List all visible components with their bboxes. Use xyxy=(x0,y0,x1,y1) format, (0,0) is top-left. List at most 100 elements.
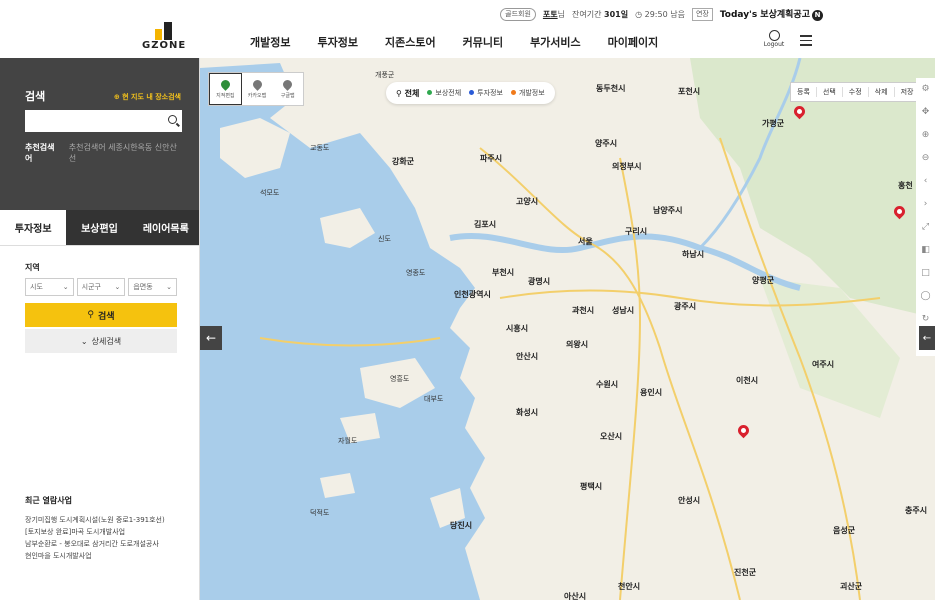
period-label: 잔여기간 xyxy=(572,9,602,19)
user-name[interactable]: 포토 xyxy=(543,10,558,19)
place-label: 평택시 xyxy=(580,482,603,491)
fullscreen-icon[interactable]: ⤢ xyxy=(916,216,935,239)
nav-item-community[interactable]: 커뮤니티 xyxy=(463,34,503,50)
place-label: 의왕시 xyxy=(566,340,589,349)
dot-icon xyxy=(427,90,433,95)
nav-item-mypage[interactable]: 마이페이지 xyxy=(608,34,659,50)
filter-compensation[interactable]: 보상전체 xyxy=(427,88,461,98)
map-tool-column: ⚙ ✥ ⊕ ⊖ ‹ › ⤢ ◧ □ ◯ ↻ ✎ xyxy=(916,78,935,356)
menu-icon[interactable] xyxy=(800,35,812,49)
place-label: 광주시 xyxy=(674,302,697,311)
today-label: Today's 보상계획공고 xyxy=(719,10,810,21)
place-label: 오산시 xyxy=(600,432,623,441)
select-sigungu-value: 시군구 xyxy=(81,283,101,291)
logout-button[interactable]: Logout xyxy=(763,30,785,48)
chevron-down-icon: ⌄ xyxy=(166,283,173,291)
map-canvas xyxy=(200,58,935,600)
search-panel: 검색 ⊕ 현 지도 내 장소검색 추천검색어 추천검색어 세종시한옥동 신안산선 xyxy=(0,58,199,210)
register-button[interactable]: 등록 xyxy=(791,87,817,97)
filter-all[interactable]: ⚲ 전체 xyxy=(396,88,419,99)
location-search-label: 현 지도 내 장소검색 xyxy=(122,93,181,101)
map-type-label: 지적편집 xyxy=(216,92,235,99)
nav-item-store[interactable]: 지존스토어 xyxy=(385,34,436,50)
nav-item-development[interactable]: 개발정보 xyxy=(250,34,290,50)
select-eupmyeondong[interactable]: 읍면동 ⌄ xyxy=(128,278,178,296)
select-sigungu[interactable]: 시군구 ⌄ xyxy=(76,278,126,296)
chevron-down-icon: ⌄ xyxy=(62,283,69,291)
recent-item[interactable]: 현인마을 도시개발사업 xyxy=(25,550,195,562)
place-label: 아산시 xyxy=(564,592,587,600)
tab-compensation[interactable]: 보상편입 xyxy=(66,210,133,245)
edit-toolbar: 등록 선택 수정 삭제 저장 xyxy=(790,82,921,102)
select-sido[interactable]: 시도 ⌄ xyxy=(25,278,74,296)
search-input[interactable] xyxy=(25,110,182,132)
collapse-right-button[interactable]: ← xyxy=(919,326,935,350)
filter-development[interactable]: 개발정보 xyxy=(510,88,545,98)
tab-investment[interactable]: 투자정보 xyxy=(0,210,67,245)
user-suffix: 님 xyxy=(557,9,566,19)
today-notice-link[interactable]: Today's 보상계획공고 N xyxy=(720,7,823,21)
recent-item[interactable]: 장기미집행 도시계획시설(노원 중로1-391호선) xyxy=(25,514,195,526)
place-label: 음성군 xyxy=(833,526,856,535)
location-search-button[interactable]: ⊕ 현 지도 내 장소검색 xyxy=(114,92,181,102)
sidebar: 검색 ⊕ 현 지도 내 장소검색 추천검색어 추천검색어 세종시한옥동 신안산선… xyxy=(0,58,200,600)
place-label: 개풍군 xyxy=(375,71,395,79)
search-icon[interactable] xyxy=(168,115,177,124)
place-label: 교동도 xyxy=(310,144,330,152)
filter-label: 투자정보 xyxy=(477,89,503,97)
circle-icon[interactable]: ◯ xyxy=(916,285,935,308)
detail-search-button[interactable]: ⌄ 상세검색 xyxy=(25,329,177,353)
highway xyxy=(619,157,642,600)
place-label: 서울 xyxy=(578,237,593,246)
recent-item[interactable]: 남부순환로 - 봉오대로 삼거리간 도로개설공사 xyxy=(25,538,195,550)
place-label: 덕적도 xyxy=(310,509,330,517)
map-type-google[interactable]: 구글맵 xyxy=(272,73,303,105)
tab-layers[interactable]: 레이어목록 xyxy=(132,210,199,245)
map-pin-icon xyxy=(218,77,232,91)
zoom-out-icon[interactable]: ⊖ xyxy=(916,147,935,170)
search-box xyxy=(25,110,182,132)
modify-button[interactable]: 수정 xyxy=(843,87,869,97)
filter-investment[interactable]: 투자정보 xyxy=(469,88,503,98)
layer-icon[interactable]: ◧ xyxy=(916,239,935,262)
chevron-down-icon: ⌄ xyxy=(114,283,121,291)
extend-button[interactable]: 연장 xyxy=(691,7,713,21)
zoom-in-icon[interactable]: ⊕ xyxy=(916,124,935,147)
place-label: 홍천 xyxy=(898,181,913,190)
place-label: 남양주시 xyxy=(653,206,683,215)
map-pin-icon xyxy=(281,77,295,91)
place-label: 수원시 xyxy=(596,380,619,389)
search-button[interactable]: ⚲ 검색 xyxy=(25,303,177,327)
settings-icon[interactable]: ⚙ xyxy=(916,78,935,101)
place-label: 의정부시 xyxy=(612,162,642,171)
move-icon[interactable]: ✥ xyxy=(916,101,935,124)
collapse-sidebar-button[interactable]: ← xyxy=(200,326,222,350)
nav-item-extra[interactable]: 부가서비스 xyxy=(530,34,581,50)
place-label: 영흥도 xyxy=(390,375,410,383)
logo-mark xyxy=(154,22,174,40)
map-view[interactable]: 개풍군 동두천시 포천시 가평군 파주시 양주시 의정부시 강화군 고양시 김포… xyxy=(200,58,935,600)
place-label: 시흥시 xyxy=(506,324,529,333)
logo[interactable]: GZONE xyxy=(142,22,186,51)
clock-icon: ◷ xyxy=(635,9,643,19)
prev-icon[interactable]: ‹ xyxy=(916,170,935,193)
recommend-text[interactable]: 추천검색어 세종시한옥동 신안산선 xyxy=(69,142,181,164)
recent-item[interactable]: [토지보상 완료]마곡 도시개발사업 xyxy=(25,526,195,538)
nav-item-investment[interactable]: 투자정보 xyxy=(317,34,357,50)
map-type-cadastral[interactable]: 지적편집 xyxy=(209,73,242,105)
filter-all-label: 전체 xyxy=(404,88,420,98)
place-label: 안산시 xyxy=(516,352,539,361)
place-label: 충주시 xyxy=(905,506,928,515)
select-button[interactable]: 선택 xyxy=(817,87,843,97)
place-label: 대부도 xyxy=(424,395,444,403)
arrow-left-icon: ← xyxy=(205,331,217,345)
map-type-kakao[interactable]: 카카오맵 xyxy=(242,73,273,105)
next-icon[interactable]: › xyxy=(916,193,935,216)
recommend-keywords: 추천검색어 추천검색어 세종시한옥동 신안산선 xyxy=(25,142,181,164)
select-sido-value: 시도 xyxy=(30,283,43,291)
square-icon[interactable]: □ xyxy=(916,262,935,285)
select-eupmyeondong-value: 읍면동 xyxy=(133,283,153,291)
delete-button[interactable]: 삭제 xyxy=(869,87,895,97)
recent-title: 최근 열람사업 xyxy=(25,496,72,505)
place-label: 가평군 xyxy=(762,119,785,128)
